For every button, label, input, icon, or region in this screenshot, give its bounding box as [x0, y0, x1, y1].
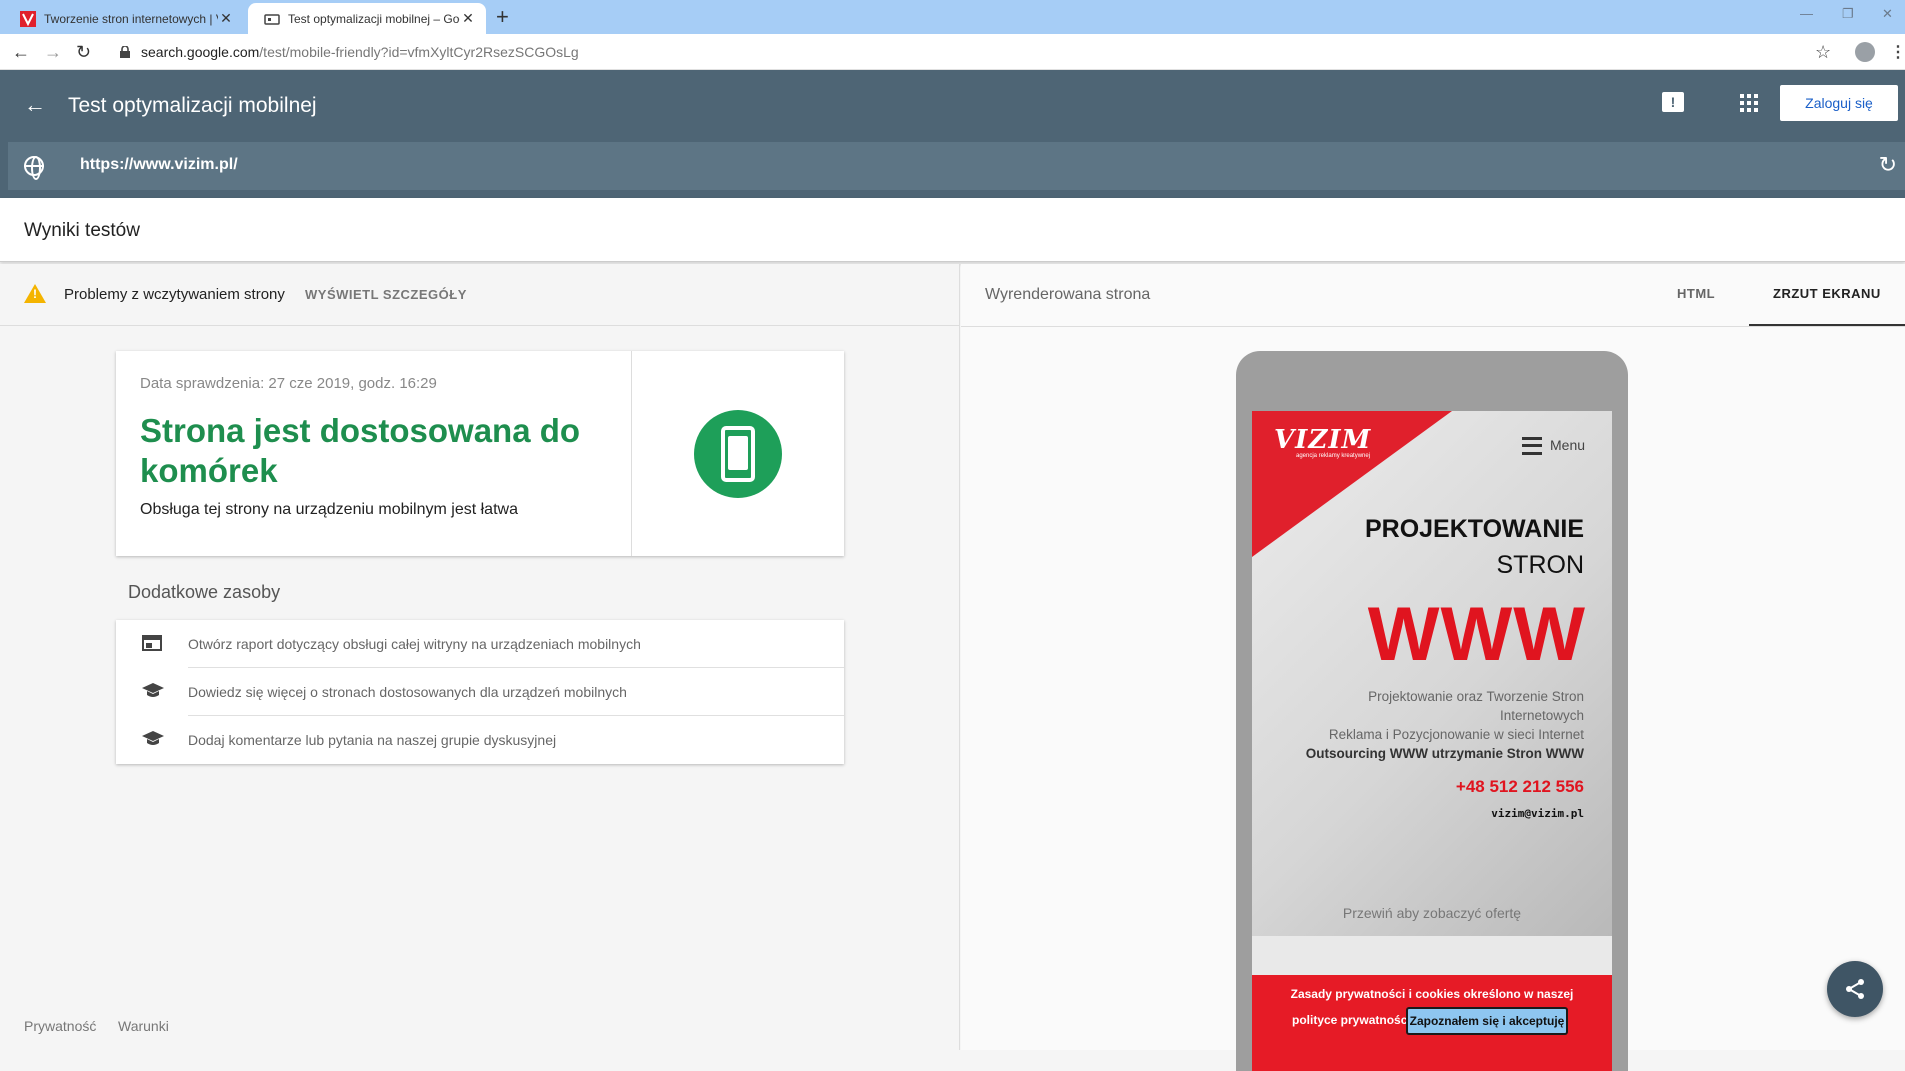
back-icon[interactable]: ← [12, 42, 30, 62]
cookie-text: Zasady prywatności i cookies określono w… [1290, 987, 1574, 1001]
hero-phone-number: +48 512 212 556 [1455, 777, 1584, 796]
hero-www: WWW [1367, 592, 1586, 677]
view-details-link[interactable]: WYŚWIETL SZCZEGÓŁY [305, 287, 467, 302]
sign-in-button[interactable]: Zaloguj się [1780, 85, 1898, 121]
result-headline: Strona jest dostosowana do komórek [140, 412, 581, 489]
globe-icon [24, 156, 44, 180]
school-icon [142, 731, 164, 745]
app-header: ← Test optymalizacji mobilnej ! Zaloguj … [0, 70, 1905, 198]
vizim-favicon-icon [20, 10, 36, 27]
resource-item-learn[interactable]: Dowiedz się więcej o stronach dostosowan… [116, 668, 844, 716]
new-tab-button[interactable]: + [496, 6, 509, 28]
card-divider [631, 351, 632, 556]
resources-list: Otwórz raport dotyczący obsługi całej wi… [116, 620, 844, 764]
terms-link[interactable]: Warunki [118, 1018, 169, 1034]
url-path: /test/mobile-friendly?id=vfmXyltCyr2Rsez… [259, 44, 579, 60]
reload-icon[interactable]: ↻ [76, 42, 91, 62]
issue-text: Problemy z wczytywaniem strony [64, 286, 285, 303]
tested-url-input[interactable]: https://www.vizim.pl/ [80, 156, 238, 174]
check-date: Data sprawdzenia: 27 cze 2019, godz. 16:… [140, 375, 437, 392]
profile-avatar[interactable] [1855, 42, 1875, 62]
rendered-page-panel: Wyrenderowana strona HTML ZRZUT EKRANU V… [961, 264, 1905, 1071]
rendered-page-label: Wyrenderowana strona [985, 286, 1151, 303]
apps-grid-icon[interactable] [1740, 94, 1758, 112]
hero-line: Internetowych [1499, 708, 1584, 723]
cookie-banner: Zasady prywatności i cookies określono w… [1252, 975, 1612, 1071]
hero-title-line1: PROJEKTOWANIE [1364, 515, 1584, 543]
resources-heading: Dodatkowe zasoby [128, 582, 281, 602]
browser-tab-vizim[interactable]: Tworzenie stron internetowych | V ✕ [4, 3, 244, 34]
results-header: Wyniki testów [0, 198, 1905, 262]
share-icon [1846, 979, 1864, 999]
tested-url-bar[interactable]: https://www.vizim.pl/ ↻ [8, 142, 1905, 190]
page-title: Test optymalizacji mobilnej [68, 94, 317, 117]
report-icon [142, 635, 162, 651]
browser-menu-icon[interactable]: ⋮ [1890, 42, 1905, 62]
school-icon [142, 683, 164, 697]
vizim-logo: VIZIM [1274, 425, 1372, 455]
hamburger-menu-icon [1522, 437, 1542, 455]
bookmark-star-icon[interactable]: ☆ [1815, 42, 1831, 63]
results-left-panel: Problemy z wczytywaniem strony WYŚWIETL … [0, 264, 960, 1050]
result-subtext: Obsługa tej strony na urządzeniu mobilny… [140, 501, 518, 518]
resource-item-discuss[interactable]: Dodaj komentarze lub pytania na naszej g… [116, 716, 844, 764]
tab-html[interactable]: HTML [1677, 286, 1715, 301]
share-button[interactable] [1827, 961, 1883, 1017]
tab-close-icon[interactable]: ✕ [218, 10, 234, 27]
tab-screenshot[interactable]: ZRZUT EKRANU [1773, 286, 1881, 301]
mobile-test-favicon-icon [264, 13, 280, 25]
cookie-text: polityce prywatności [1292, 1013, 1411, 1027]
phone-frame: VIZIM agencja reklamy kreatywnej Menu PR… [1236, 351, 1628, 1071]
url-field[interactable]: search.google.com/test/mobile-friendly?i… [141, 44, 579, 60]
warning-icon [24, 284, 46, 303]
feedback-icon[interactable]: ! [1662, 92, 1684, 112]
address-bar: ← → ↻ search.google.com/test/mobile-frie… [0, 34, 1905, 70]
hero-line: Reklama i Pozycjonowanie w sieci Interne… [1328, 727, 1584, 742]
tab-close-icon[interactable]: ✕ [460, 10, 476, 27]
tab-title: Test optymalizacji mobilnej – Goo [288, 11, 460, 26]
mobile-screenshot: VIZIM agencja reklamy kreatywnej Menu PR… [1252, 411, 1612, 1071]
lock-icon [120, 46, 130, 58]
privacy-link[interactable]: Prywatność [24, 1018, 96, 1034]
browser-tab-strip: Tworzenie stron internetowych | V ✕ Test… [0, 0, 1905, 34]
tab-title: Tworzenie stron internetowych | V [44, 11, 218, 26]
resource-label: Otwórz raport dotyczący obsługi całej wi… [188, 636, 641, 652]
page-loading-issues-bar: Problemy z wczytywaniem strony WYŚWIETL … [0, 264, 960, 326]
hero-email: vizim@vizim.pl [1491, 807, 1584, 820]
hero-line: Projektowanie oraz Tworzenie Stron [1368, 689, 1584, 704]
mobile-friendly-phone-icon [694, 410, 782, 498]
resource-item-report[interactable]: Otwórz raport dotyczący obsługi całej wi… [116, 620, 844, 668]
divider [961, 326, 1905, 327]
restore-icon[interactable]: ❐ [1842, 6, 1854, 22]
result-card: Data sprawdzenia: 27 cze 2019, godz. 16:… [116, 351, 844, 556]
retest-refresh-icon[interactable]: ↻ [1879, 152, 1897, 178]
forward-icon[interactable]: → [44, 42, 62, 62]
resource-label: Dodaj komentarze lub pytania na naszej g… [188, 732, 557, 748]
hero-title-line2: STRON [1496, 551, 1585, 579]
window-close-icon[interactable]: ✕ [1882, 6, 1893, 22]
scroll-hint: Przewiń aby zobaczyć ofertę [1342, 905, 1522, 921]
cookie-accept-button: Zapoznałem się i akceptuję [1406, 1007, 1568, 1035]
back-arrow-icon[interactable]: ← [24, 92, 46, 118]
menu-label: Menu [1550, 437, 1586, 453]
url-host: search.google.com [141, 44, 260, 60]
logo-tagline: agencja reklamy kreatywnej [1296, 453, 1371, 459]
minimize-icon[interactable]: — [1800, 6, 1813, 21]
resource-label: Dowiedz się więcej o stronach dostosowan… [188, 684, 627, 700]
hero-line: Outsourcing WWW utrzymanie Stron WWW [1305, 746, 1584, 761]
results-title: Wyniki testów [24, 220, 140, 241]
browser-tab-mobile-test[interactable]: Test optymalizacji mobilnej – Goo ✕ [248, 3, 486, 34]
